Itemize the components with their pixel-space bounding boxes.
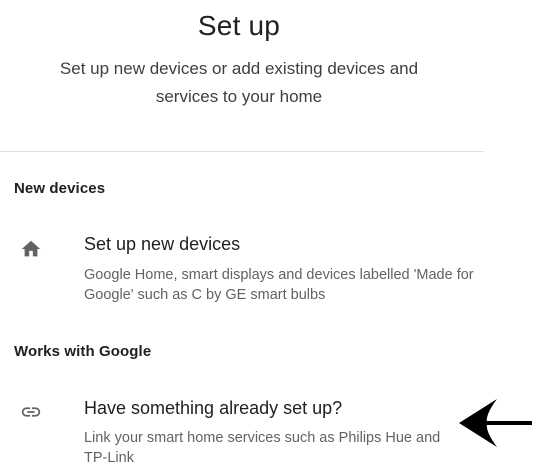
left-arrow-icon	[457, 391, 533, 455]
home-icon	[20, 238, 42, 260]
setup-new-devices-description: Google Home, smart displays and devices …	[84, 267, 474, 303]
section-header-works-with-google: Works with Google	[14, 343, 152, 360]
section-header-new-devices: New devices	[14, 180, 106, 197]
link-existing-services-description: Link your smart home services such as Ph…	[84, 430, 441, 466]
page-subtitle: Set up new devices or add existing devic…	[59, 59, 419, 106]
setup-new-devices-title[interactable]: Set up new devices	[84, 234, 240, 255]
divider	[0, 151, 484, 152]
page-title: Set up	[197, 10, 281, 41]
link-icon	[20, 401, 42, 423]
link-existing-services-title[interactable]: Have something already set up?	[84, 398, 342, 419]
